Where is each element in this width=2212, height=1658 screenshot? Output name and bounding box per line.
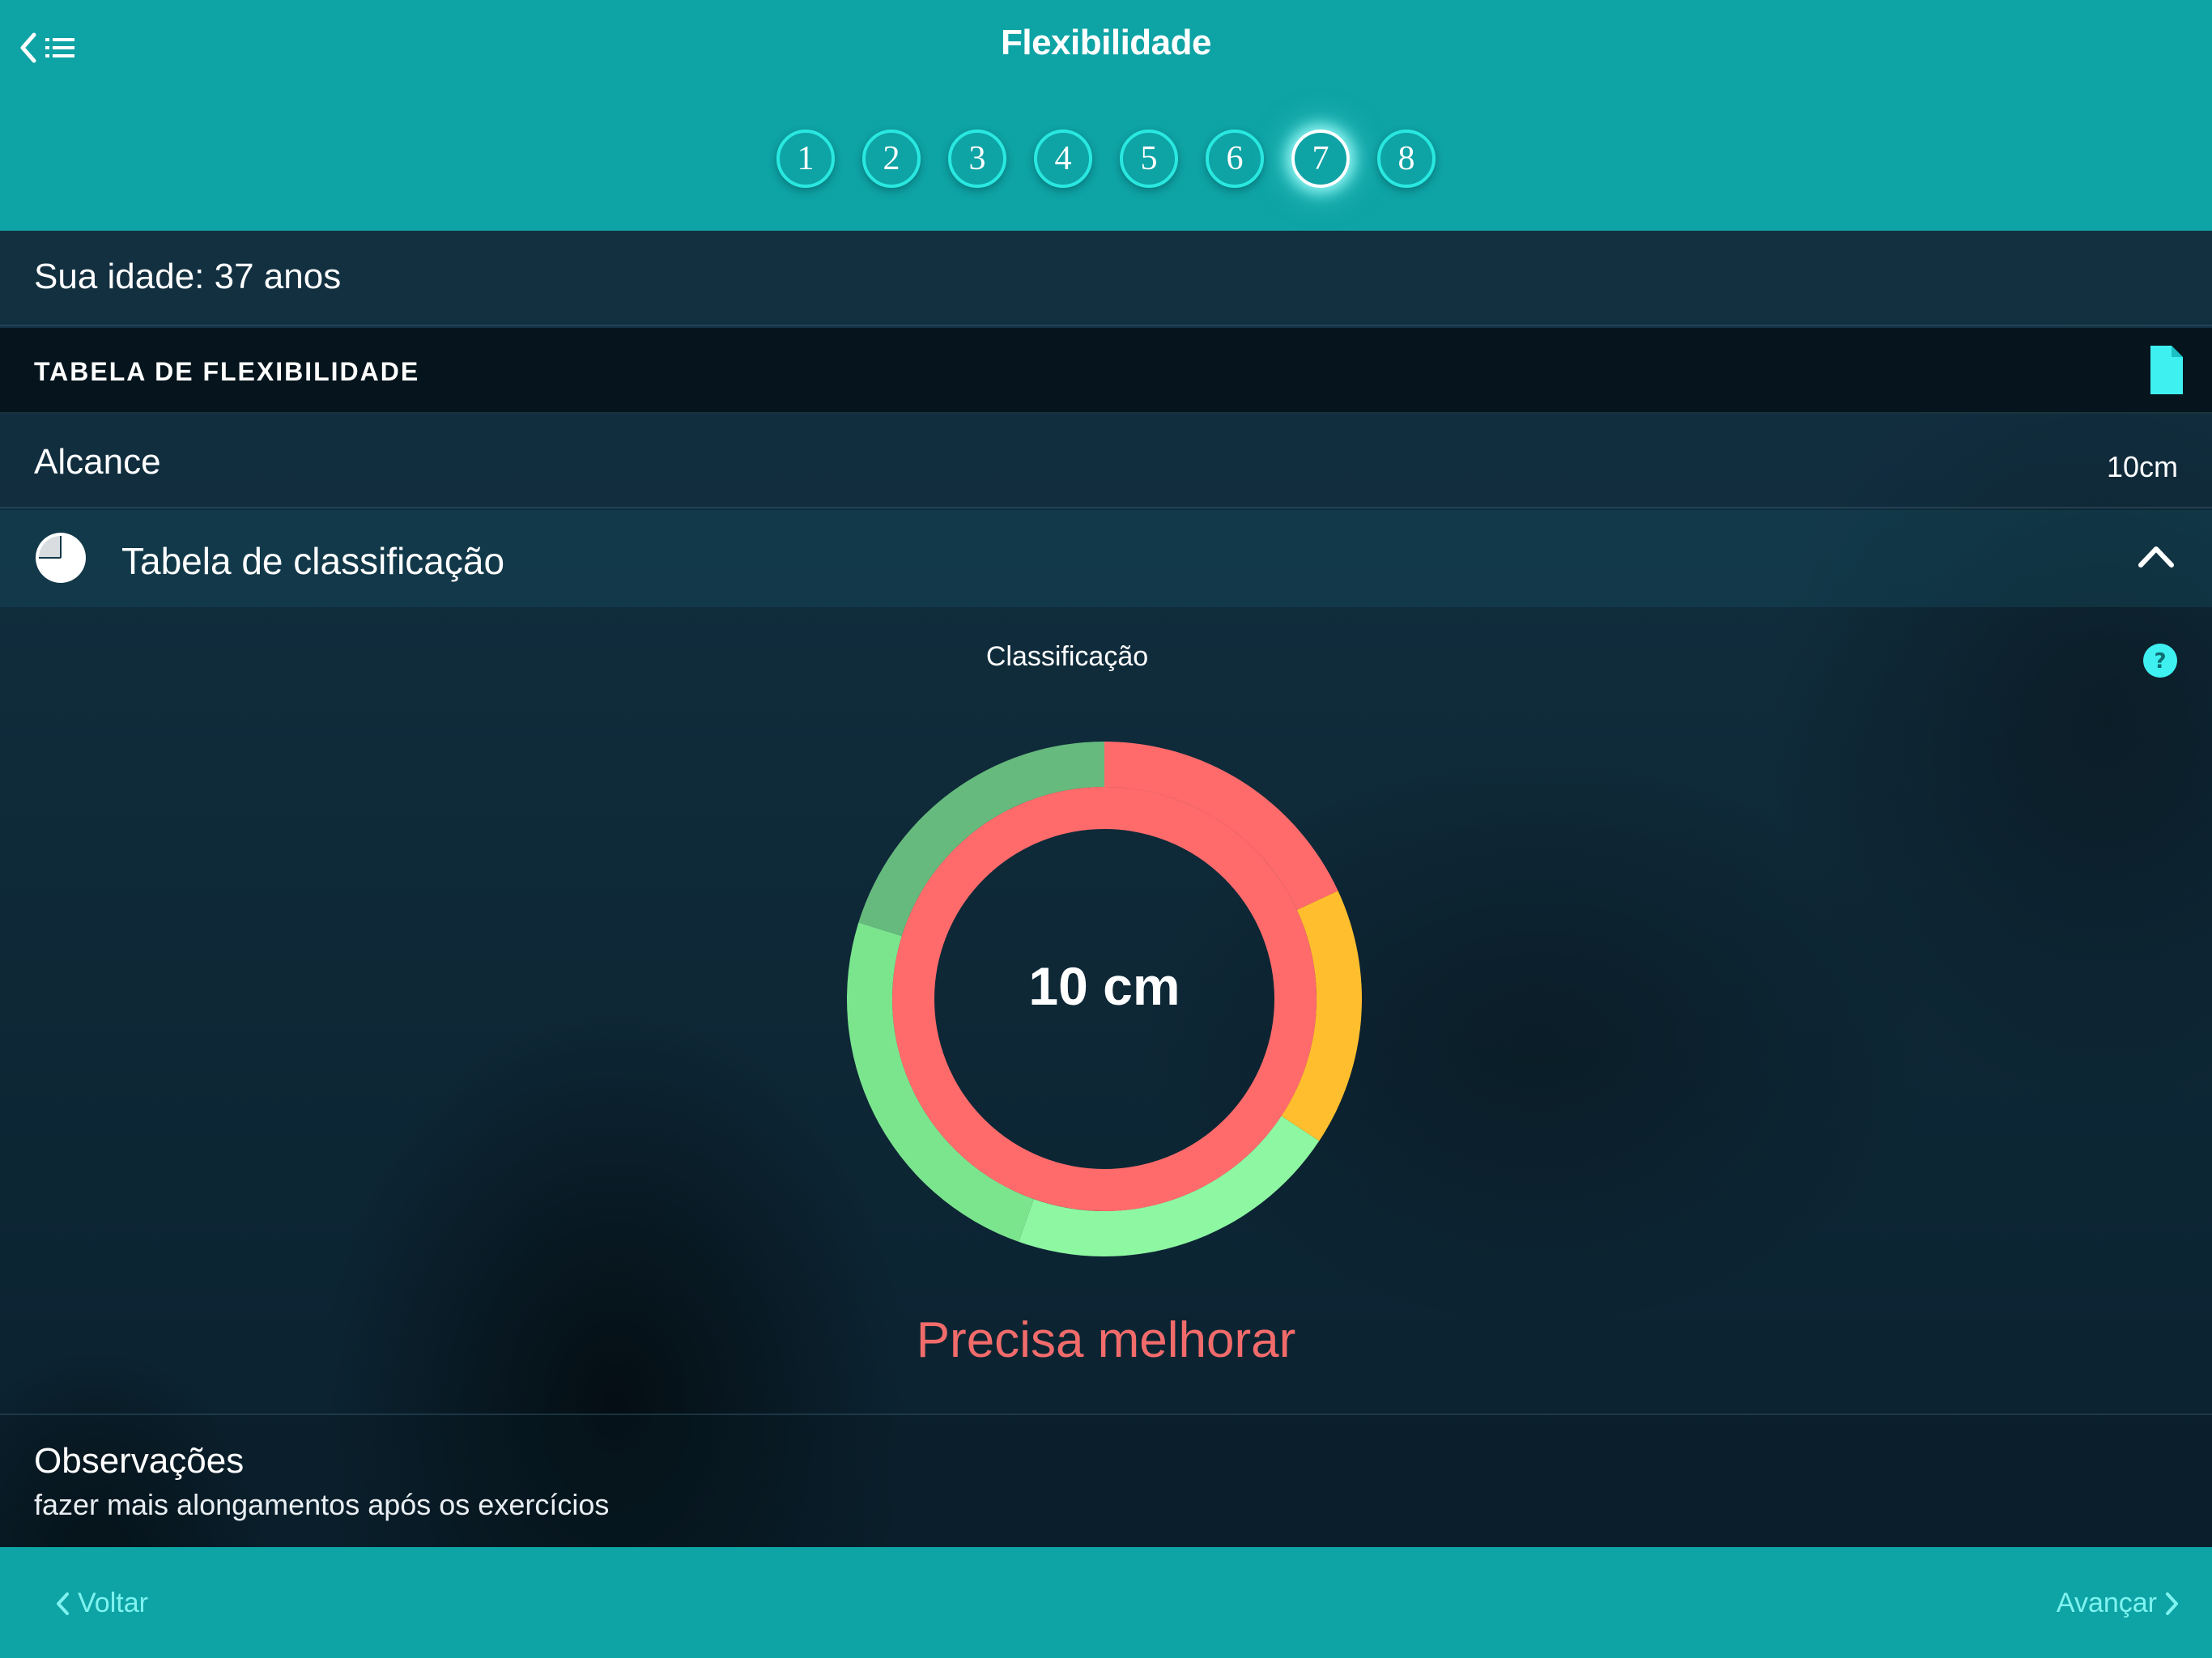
page-title: Flexibilidade xyxy=(1000,23,1212,62)
document-icon[interactable] xyxy=(2150,346,2183,394)
prev-label: Voltar xyxy=(78,1588,148,1618)
classification-chart-area: Classificação ? 10 cm Precisa melhorar xyxy=(0,609,2212,1410)
chevron-up-icon[interactable] xyxy=(2136,539,2176,572)
observations-text: fazer mais alongamentos após os exercíci… xyxy=(34,1488,610,1521)
observations-title: Observações xyxy=(34,1441,245,1481)
step-6[interactable]: 6 xyxy=(1206,130,1264,188)
help-icon[interactable]: ? xyxy=(2142,643,2178,678)
step-3[interactable]: 3 xyxy=(948,130,1006,188)
step-1[interactable]: 1 xyxy=(776,130,835,188)
step-4[interactable]: 4 xyxy=(1034,130,1092,188)
classification-header-text: Tabela de classificação xyxy=(121,540,505,582)
app-header: Flexibilidade 1 2 3 4 5 6 7 8 xyxy=(0,0,2212,231)
pie-chart-icon xyxy=(36,533,86,583)
reach-value: 10cm xyxy=(2106,450,2178,483)
chart-center-value: 10 cm xyxy=(1028,956,1180,1016)
classification-status: Precisa melhorar xyxy=(916,1312,1296,1368)
step-2[interactable]: 2 xyxy=(862,130,921,188)
step-7[interactable]: 7 xyxy=(1291,130,1350,188)
reach-row: Alcance 10cm xyxy=(0,414,2212,508)
age-text: Sua idade: 37 anos xyxy=(34,257,342,296)
reach-label: Alcance xyxy=(34,442,161,482)
step-5[interactable]: 5 xyxy=(1120,130,1178,188)
chevron-left-icon xyxy=(57,1592,69,1615)
chart-title: Classificação xyxy=(985,641,1149,672)
table-section-header: TABELA DE FLEXIBILIDADE xyxy=(0,328,2212,414)
svg-text:?: ? xyxy=(2154,649,2166,674)
step-indicator: 1 2 3 4 5 6 7 8 xyxy=(0,130,2212,194)
next-label: Avançar xyxy=(2056,1588,2157,1618)
next-button[interactable]: Avançar xyxy=(2057,1588,2180,1619)
chevron-right-icon xyxy=(2166,1592,2178,1615)
step-8[interactable]: 8 xyxy=(1377,130,1436,188)
section-title: TABELA DE FLEXIBILIDADE xyxy=(34,357,420,386)
footer-nav: Voltar Avançar xyxy=(0,1547,2212,1658)
prev-button[interactable]: Voltar xyxy=(55,1588,148,1619)
age-row: Sua idade: 37 anos xyxy=(0,231,2212,326)
classification-accordion-header[interactable]: Tabela de classificação xyxy=(0,510,2212,607)
observations-section: Observações fazer mais alongamentos após… xyxy=(0,1414,2212,1547)
